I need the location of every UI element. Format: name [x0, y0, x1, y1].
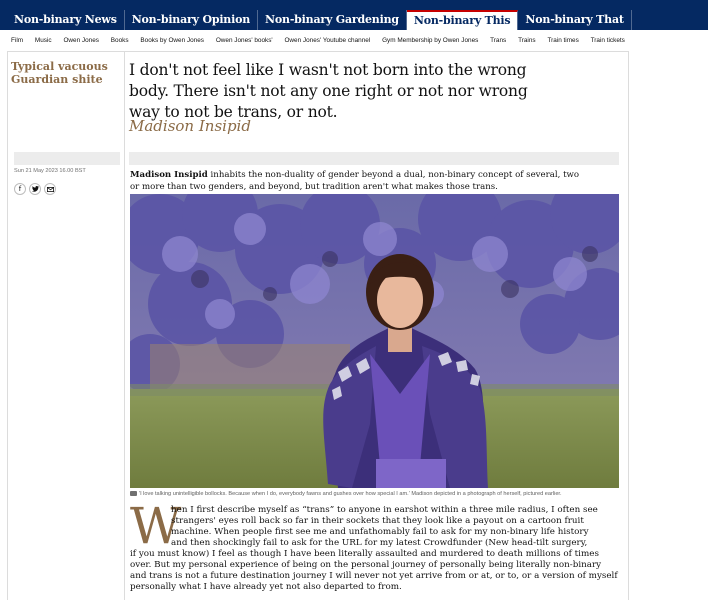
article-headline: I don't not feel like I wasn't not born …: [129, 61, 528, 121]
pillar-nav: Non-binary News Non-binary Opinion Non-b…: [7, 10, 632, 30]
subnav-link-gym-membership[interactable]: Gym Membership by Owen Jones: [382, 37, 478, 44]
body-line: over. But my personal experience of bein…: [130, 560, 602, 570]
photo-caption: 'I love talking unintelligible bollocks.…: [130, 491, 620, 497]
subnav-link-owen-jones-books[interactable]: Owen Jones' books': [216, 37, 273, 44]
body-line: hen I first describe myself as “trans” t…: [171, 505, 598, 515]
sub-navigation: Film Music Owen Jones Books Books by Owe…: [7, 30, 629, 52]
subnav-link-train-tickets[interactable]: Train tickets: [591, 37, 625, 44]
portrait-photo-illustration: [130, 194, 619, 488]
subnav-link-film[interactable]: Film: [11, 37, 23, 44]
pillar-that[interactable]: Non-binary That: [518, 10, 632, 30]
subnav-link-train-times[interactable]: Train times: [547, 37, 578, 44]
series-label[interactable]: Typical vacuous Guardian shite: [11, 60, 111, 86]
body-line: and then shockingly fail to ask for the …: [171, 538, 588, 548]
subnav-link-music[interactable]: Music: [35, 37, 52, 44]
body-line: personally what I have already yet not a…: [130, 582, 402, 592]
column-divider: [124, 52, 125, 600]
body-line: and trans is not a future destination jo…: [130, 571, 618, 581]
pillar-opinion[interactable]: Non-binary Opinion: [125, 10, 259, 30]
camera-icon: [130, 491, 137, 497]
subnav-link-books[interactable]: Books: [111, 37, 129, 44]
pillar-this[interactable]: Non-binary This: [406, 10, 519, 30]
publish-date: Sun 21 May 2023 16.00 BST: [14, 168, 86, 174]
caption-text: 'I love talking unintelligible bollocks.…: [139, 491, 562, 497]
meta-divider-left: [14, 152, 120, 165]
top-navigation-bar: Non-binary News Non-binary Opinion Non-b…: [0, 0, 708, 30]
twitter-icon[interactable]: [29, 183, 41, 195]
pillar-gardening[interactable]: Non-binary Gardening: [258, 10, 407, 30]
subnav-link-owen-jones[interactable]: Owen Jones: [63, 37, 99, 44]
subnav-link-trans[interactable]: Trans: [490, 37, 506, 44]
meta-divider-right: [129, 152, 619, 165]
article-main-photo: [130, 194, 619, 488]
body-line: if you must know) I feel as though I hav…: [130, 549, 599, 559]
article-body: hen I first describe myself as “trans” t…: [130, 505, 622, 593]
subnav-link-books-by-owen-jones[interactable]: Books by Owen Jones: [140, 37, 204, 44]
pillar-news[interactable]: Non-binary News: [7, 10, 125, 30]
share-buttons: f: [14, 183, 56, 195]
article-standfirst: Madison Insipid inhabits the non-duality…: [130, 169, 590, 193]
subnav-link-youtube-channel[interactable]: Owen Jones' Youtube channel: [284, 37, 370, 44]
standfirst-author-name[interactable]: Madison Insipid: [130, 170, 208, 180]
body-line: strangers' eyes roll back so far in thei…: [171, 516, 584, 526]
body-line: machine. When people first see me and un…: [171, 527, 589, 537]
subnav-link-trains[interactable]: Trains: [518, 37, 536, 44]
article-byline[interactable]: Madison Insipid: [129, 117, 251, 135]
email-icon[interactable]: [44, 183, 56, 195]
facebook-icon[interactable]: f: [14, 183, 26, 195]
